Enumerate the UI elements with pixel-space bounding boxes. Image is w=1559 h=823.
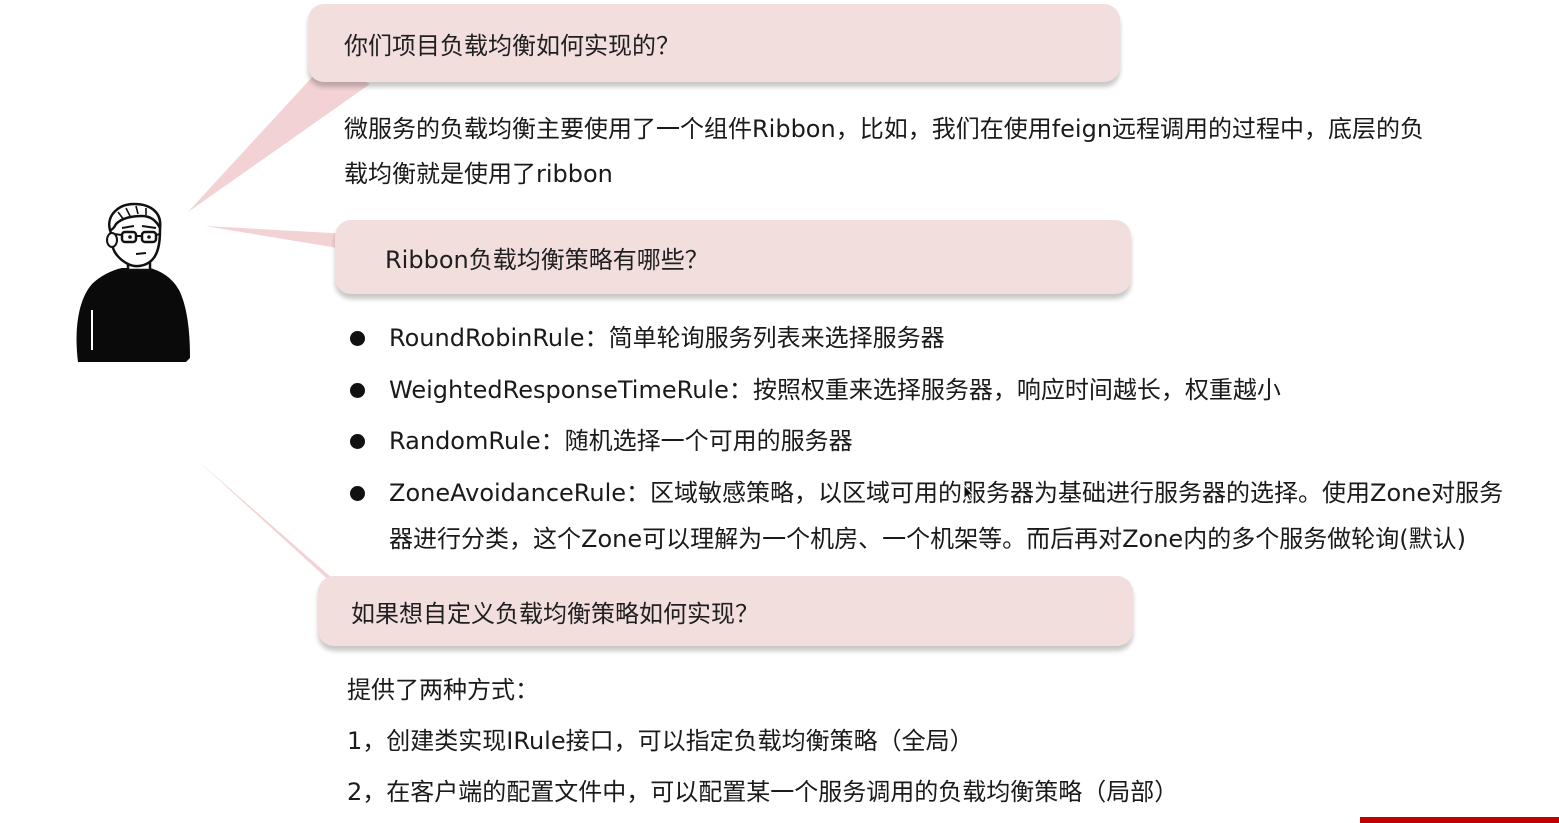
question-text: Ribbon负载均衡策略有哪些？ (385, 245, 709, 274)
answer-text-line: 载均衡就是使用了ribbon (344, 160, 613, 188)
avatar (70, 200, 195, 372)
rule-item-weighted-response-time: WeightedResponseTimeRule：按照权重来选择服务器，响应时间… (389, 376, 1281, 404)
bullet-icon (350, 486, 365, 501)
bullet-icon (350, 383, 365, 398)
method-item-global: 1，创建类实现IRule接口，可以指定负载均衡策略（全局） (347, 727, 974, 755)
answer-text-line: 微服务的负载均衡主要使用了一个组件Ribbon，比如，我们在使用feign远程调… (344, 115, 1425, 143)
question-bubble-custom-strategy: 如果想自定义负载均衡策略如何实现？ (318, 576, 1133, 646)
bullet-icon (350, 434, 365, 449)
mouse-pointer-icon (963, 483, 975, 506)
question-text: 你们项目负载均衡如何实现的？ (344, 31, 680, 60)
rule-item-zone-avoidance: ZoneAvoidanceRule：区域敏感策略，以区域可用的服务器为基础进行服… (389, 479, 1504, 507)
bubble-tail-q2 (205, 226, 350, 250)
rule-item-random: RandomRule：随机选择一个可用的服务器 (389, 427, 853, 455)
rule-item-zone-avoidance-continued: 器进行分类，这个Zone可以理解为一个机房、一个机架等。而后再对Zone内的多个… (389, 525, 1466, 553)
question-bubble-ribbon-strategies: Ribbon负载均衡策略有哪些？ (335, 220, 1131, 294)
slide-accent-bar (1360, 817, 1559, 823)
answer-intro: 提供了两种方式： (347, 676, 539, 704)
bubble-tail-q1 (188, 62, 370, 212)
rule-item-round-robin: RoundRobinRule：简单轮询服务列表来选择服务器 (389, 324, 945, 352)
person-with-glasses-icon (76, 202, 190, 362)
bullet-icon (350, 331, 365, 346)
method-item-local: 2，在客户端的配置文件中，可以配置某一个服务调用的负载均衡策略（局部） (347, 778, 1179, 806)
question-bubble-load-balancing: 你们项目负载均衡如何实现的？ (308, 4, 1120, 82)
question-text: 如果想自定义负载均衡策略如何实现？ (351, 599, 759, 628)
